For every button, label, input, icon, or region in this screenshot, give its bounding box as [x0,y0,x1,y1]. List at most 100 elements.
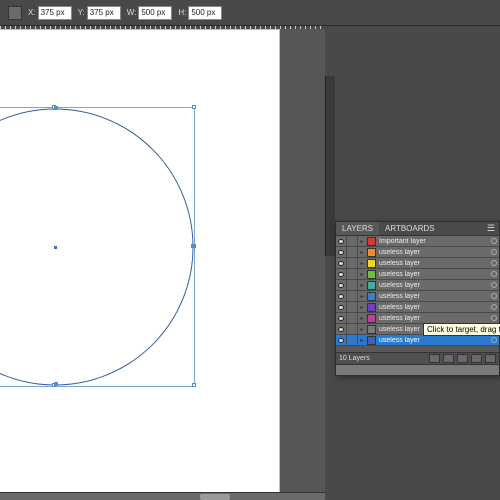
target-icon [491,337,497,343]
layer-name-label[interactable]: useless layer [377,249,489,256]
layer-name-label[interactable]: useless layer [377,282,489,289]
layer-color-swatch[interactable] [367,270,376,279]
layer-name-label[interactable]: useless layer [377,315,489,322]
layer-color-swatch[interactable] [367,292,376,301]
layer-row[interactable]: ▸ useless layer [336,247,499,258]
target-button[interactable] [489,304,499,310]
layer-color-swatch[interactable] [367,259,376,268]
layer-color-swatch[interactable] [367,248,376,257]
anchor-point[interactable] [191,244,195,248]
resize-handle[interactable] [192,383,196,387]
make-clipping-mask-button[interactable] [443,354,454,363]
layer-row[interactable]: ▸ useless layer [336,291,499,302]
layer-row[interactable]: ▸ useless layer [336,280,499,291]
horizontal-scrollbar[interactable] [0,492,325,500]
layer-name-label[interactable]: useless layer [377,337,489,344]
layer-color-swatch[interactable] [367,237,376,246]
lock-toggle[interactable] [347,258,358,269]
layer-row[interactable]: ▸ useless layer [336,269,499,280]
layer-row[interactable]: ▸ useless layer [336,302,499,313]
layer-name-label[interactable]: Important layer [377,238,489,245]
lock-toggle[interactable] [347,335,358,346]
disclosure-icon[interactable]: ▸ [358,282,366,289]
layer-name-label[interactable]: useless layer [377,304,489,311]
layer-color-swatch[interactable] [367,314,376,323]
eye-icon [338,261,344,266]
target-button[interactable] [489,337,499,343]
target-icon [491,271,497,277]
lock-toggle[interactable] [347,313,358,324]
eye-icon [338,272,344,277]
disclosure-icon[interactable]: ▸ [358,249,366,256]
layer-row[interactable]: ▸ Important layer [336,236,499,247]
lock-toggle[interactable] [347,280,358,291]
eye-icon [338,250,344,255]
target-icon [491,315,497,321]
x-input[interactable]: 375 px [38,6,72,20]
y-input[interactable]: 375 px [87,6,121,20]
layer-color-swatch[interactable] [367,336,376,345]
target-button[interactable] [489,260,499,266]
target-button[interactable] [489,315,499,321]
disclosure-icon[interactable]: ▸ [358,271,366,278]
disclosure-icon[interactable]: ▸ [358,315,366,322]
layer-name-label[interactable]: useless layer [377,271,489,278]
h-input[interactable]: 500 px [188,6,222,20]
visibility-toggle[interactable] [336,236,347,247]
delete-layer-button[interactable] [485,354,496,363]
resize-handle[interactable] [192,105,196,109]
layer-color-swatch[interactable] [367,325,376,334]
disclosure-icon[interactable]: ▸ [358,293,366,300]
target-button[interactable] [489,271,499,277]
target-icon [491,260,497,266]
tooltip: Click to target, drag to move appear [423,323,500,336]
visibility-toggle[interactable] [336,291,347,302]
layer-name-label[interactable]: useless layer [377,293,489,300]
lock-toggle[interactable] [347,247,358,258]
scrollbar-thumb[interactable] [200,494,230,500]
layer-row[interactable]: ▸ useless layer [336,258,499,269]
anchor-point[interactable] [54,106,58,110]
options-bar: X: 375 px Y: 375 px W: 500 px H: 500 px [0,0,500,26]
new-layer-button[interactable] [471,354,482,363]
visibility-toggle[interactable] [336,247,347,258]
visibility-toggle[interactable] [336,302,347,313]
lock-toggle[interactable] [347,302,358,313]
target-button[interactable] [489,282,499,288]
locate-object-button[interactable] [429,354,440,363]
lock-toggle[interactable] [347,291,358,302]
tab-artboards[interactable]: ARTBOARDS [379,222,441,235]
disclosure-icon[interactable]: ▸ [358,238,366,245]
lock-toggle[interactable] [347,236,358,247]
target-icon [491,249,497,255]
tab-layers[interactable]: LAYERS [336,222,379,235]
new-sublayer-button[interactable] [457,354,468,363]
lock-toggle[interactable] [347,269,358,280]
visibility-toggle[interactable] [336,313,347,324]
layer-row[interactable]: ▸ useless layer [336,335,499,346]
w-input[interactable]: 500 px [138,6,172,20]
ellipse-path[interactable] [0,107,195,387]
panel-menu-icon[interactable]: ☰ [483,222,499,235]
disclosure-icon[interactable]: ▸ [358,337,366,344]
disclosure-icon[interactable]: ▸ [358,260,366,267]
visibility-toggle[interactable] [336,324,347,335]
layer-color-swatch[interactable] [367,303,376,312]
canvas-area[interactable] [0,29,325,492]
layer-name-label[interactable]: useless layer [377,260,489,267]
anchor-point[interactable] [54,382,58,386]
target-button[interactable] [489,238,499,244]
visibility-toggle[interactable] [336,335,347,346]
dock-strip[interactable] [325,76,335,256]
visibility-toggle[interactable] [336,280,347,291]
visibility-toggle[interactable] [336,269,347,280]
target-button[interactable] [489,249,499,255]
visibility-toggle[interactable] [336,258,347,269]
lock-toggle[interactable] [347,324,358,335]
layer-color-swatch[interactable] [367,281,376,290]
layer-count-label: 10 Layers [339,355,426,362]
target-button[interactable] [489,293,499,299]
disclosure-icon[interactable]: ▸ [358,326,366,333]
disclosure-icon[interactable]: ▸ [358,304,366,311]
target-icon [491,304,497,310]
